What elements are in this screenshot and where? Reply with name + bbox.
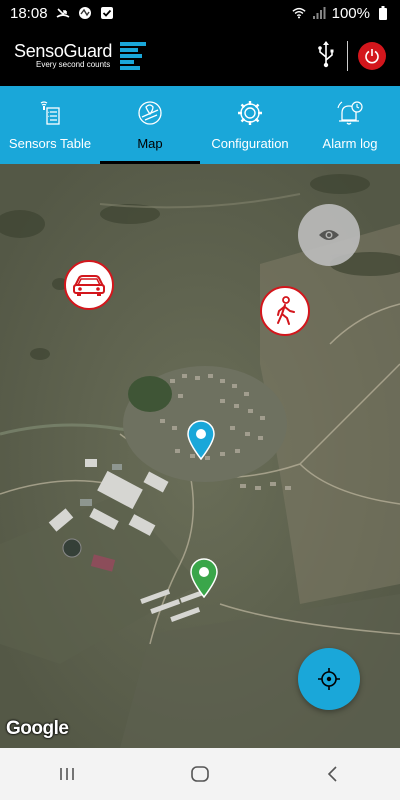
battery-percent: 100% xyxy=(331,4,370,22)
visibility-toggle-button[interactable] xyxy=(298,204,360,266)
sensoguard-logo: SensoGuard Every second counts xyxy=(14,41,147,70)
tab-sensors-table[interactable]: Sensors Table xyxy=(0,86,100,164)
gear-icon xyxy=(237,100,263,126)
home-button[interactable] xyxy=(170,754,230,794)
logo-bars-icon xyxy=(120,42,147,70)
status-bar: 18:08 100% xyxy=(0,0,400,26)
sensor-pin-green[interactable] xyxy=(188,558,220,598)
tab-configuration[interactable]: Configuration xyxy=(200,86,300,164)
wifi-icon xyxy=(292,6,306,20)
signal-icon xyxy=(312,6,326,20)
tab-map[interactable]: Map xyxy=(100,86,200,164)
missed-call-icon xyxy=(56,6,70,20)
tab-bar: Sensors Table Map Configuration Alarm lo… xyxy=(0,86,400,164)
power-icon xyxy=(365,49,379,64)
usb-icon xyxy=(315,40,337,73)
recent-apps-button[interactable] xyxy=(37,754,97,794)
map-icon xyxy=(137,100,163,126)
back-arrow-icon xyxy=(328,766,337,782)
person-alert-marker[interactable] xyxy=(260,286,310,336)
checkbox-notification-icon xyxy=(100,6,114,20)
app-notification-icon xyxy=(78,6,92,20)
status-time: 18:08 xyxy=(10,4,48,22)
brand-tagline: Every second counts xyxy=(36,60,111,69)
battery-icon xyxy=(376,6,390,20)
vehicle-alert-marker[interactable] xyxy=(64,260,114,310)
car-icon xyxy=(73,275,105,296)
home-icon xyxy=(191,766,209,782)
sensors-table-icon xyxy=(37,100,63,126)
system-nav-bar xyxy=(0,748,400,800)
sensor-pin-blue[interactable] xyxy=(185,420,217,460)
tab-label: Alarm log xyxy=(322,135,378,151)
crosshair-icon xyxy=(318,668,340,690)
my-location-button[interactable] xyxy=(298,648,360,710)
tab-label: Sensors Table xyxy=(8,135,92,151)
tab-label: Map xyxy=(137,135,163,151)
tab-alarm-log[interactable]: Alarm log xyxy=(300,86,400,164)
satellite-map[interactable]: Google xyxy=(0,164,400,748)
eye-icon xyxy=(319,230,339,240)
recents-icon xyxy=(59,768,74,780)
app-header: SensoGuard Every second counts xyxy=(0,26,400,86)
back-button[interactable] xyxy=(303,754,363,794)
tab-label: Configuration xyxy=(211,135,289,151)
walking-person-icon xyxy=(277,296,295,325)
header-divider xyxy=(347,41,348,71)
power-button[interactable] xyxy=(358,42,386,70)
alarm-clock-icon xyxy=(336,100,364,126)
google-attribution: Google xyxy=(6,718,69,739)
brand-name: SensoGuard xyxy=(14,41,113,61)
